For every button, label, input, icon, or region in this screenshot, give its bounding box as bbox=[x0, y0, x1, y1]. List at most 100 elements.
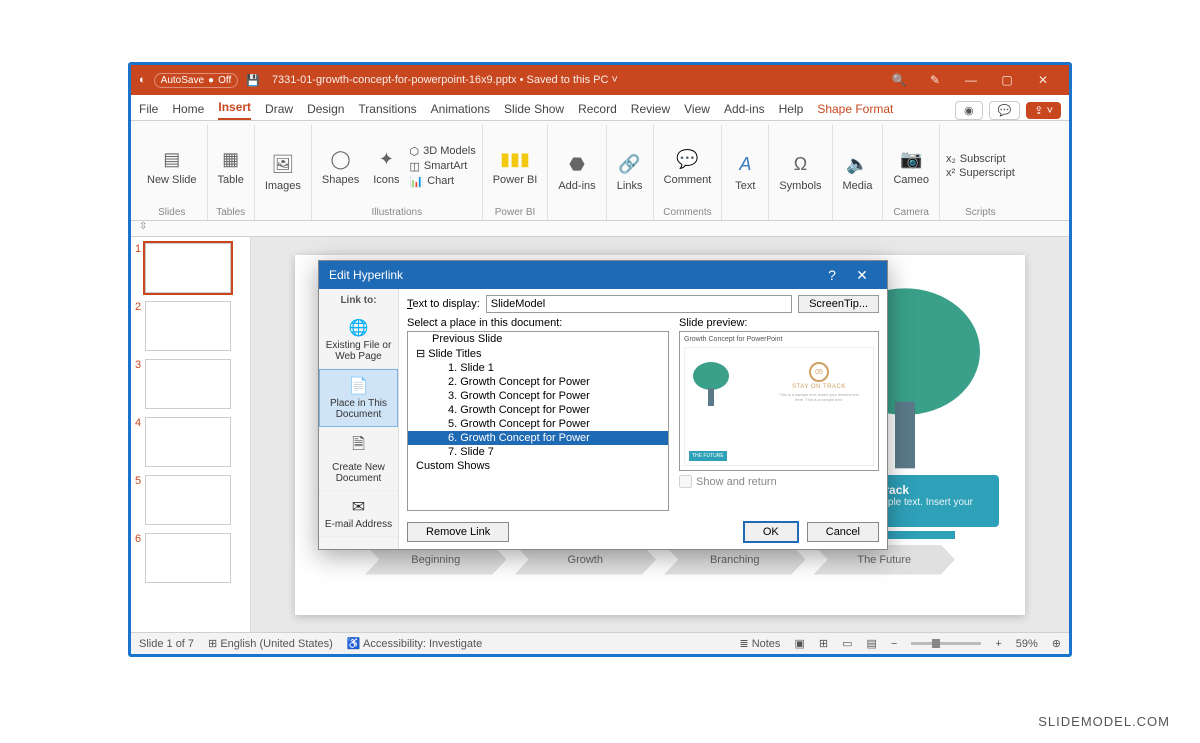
slide-thumbnail[interactable] bbox=[145, 533, 231, 583]
tab-design[interactable]: Design bbox=[307, 98, 344, 120]
slide-thumbnail-panel[interactable]: 1 2 3 4 5 6 bbox=[131, 237, 251, 632]
text-icon: A bbox=[732, 152, 758, 178]
zoom-slider[interactable] bbox=[911, 642, 981, 645]
maximize-icon[interactable]: ▢ bbox=[989, 73, 1025, 87]
status-accessibility[interactable]: ♿ Accessibility: Investigate bbox=[347, 637, 482, 650]
notes-toggle[interactable]: ≣ Notes bbox=[739, 637, 780, 650]
cancel-button[interactable]: Cancel bbox=[807, 522, 879, 542]
close-icon[interactable]: ✕ bbox=[1025, 73, 1061, 87]
dialog-close-icon[interactable]: ✕ bbox=[847, 267, 877, 284]
new-document-icon: 🗎 bbox=[352, 433, 365, 460]
new-slide-button[interactable]: ▤New Slide bbox=[143, 144, 201, 188]
comments-pane-icon[interactable]: 💬 bbox=[989, 101, 1021, 120]
tab-animations[interactable]: Animations bbox=[431, 98, 490, 120]
tab-draw[interactable]: Draw bbox=[265, 98, 293, 120]
dialog-title: Edit Hyperlink bbox=[329, 268, 403, 282]
status-slide[interactable]: Slide 1 of 7 bbox=[139, 638, 194, 650]
cameo-button[interactable]: 📷Cameo bbox=[889, 144, 932, 188]
media-button[interactable]: 🔈Media bbox=[839, 150, 877, 194]
tree-node[interactable]: 7. Slide 7 bbox=[408, 445, 668, 459]
tree-node[interactable]: 4. Growth Concept for Power bbox=[408, 403, 668, 417]
tab-home[interactable]: Home bbox=[172, 98, 204, 120]
text-button[interactable]: AText bbox=[728, 150, 762, 194]
zoom-percent[interactable]: 59% bbox=[1016, 638, 1038, 650]
view-normal-icon[interactable]: ▣ bbox=[794, 637, 804, 650]
slide-thumbnail[interactable] bbox=[145, 475, 231, 525]
addins-button[interactable]: ⬣Add-ins bbox=[554, 150, 599, 194]
dialog-titlebar[interactable]: Edit Hyperlink ? ✕ bbox=[319, 261, 887, 289]
tree-node[interactable]: 1. Slide 1 bbox=[408, 361, 668, 375]
linkto-existing-file[interactable]: 🌐Existing File or Web Page bbox=[319, 312, 398, 369]
tree-node[interactable]: 2. Growth Concept for Power bbox=[408, 375, 668, 389]
remove-link-button[interactable]: Remove Link bbox=[407, 522, 509, 542]
linkto-label: Link to: bbox=[319, 289, 398, 312]
ok-button[interactable]: OK bbox=[743, 521, 799, 543]
tab-view[interactable]: View bbox=[684, 98, 710, 120]
tab-help[interactable]: Help bbox=[779, 98, 804, 120]
zoom-in-icon[interactable]: + bbox=[995, 638, 1001, 650]
dialog-help-icon[interactable]: ? bbox=[817, 267, 847, 283]
tab-file[interactable]: File bbox=[139, 98, 158, 120]
tab-record[interactable]: Record bbox=[578, 98, 617, 120]
images-button[interactable]: 🖼Images bbox=[261, 150, 305, 194]
minimize-icon[interactable]: — bbox=[953, 73, 989, 87]
icons-button[interactable]: ✦Icons bbox=[369, 144, 403, 188]
view-slideshow-icon[interactable]: ▤ bbox=[866, 637, 876, 650]
tab-slideshow[interactable]: Slide Show bbox=[504, 98, 564, 120]
tree-node[interactable]: Custom Shows bbox=[408, 459, 668, 473]
tree-node[interactable]: 5. Growth Concept for Power bbox=[408, 417, 668, 431]
table-button[interactable]: ▦Table bbox=[214, 144, 248, 188]
chart-button[interactable]: 📊 Chart bbox=[410, 175, 455, 188]
slide-thumbnail[interactable] bbox=[145, 359, 231, 409]
document-title[interactable]: 7331-01-growth-concept-for-powerpoint-16… bbox=[272, 74, 618, 86]
title-bar: ◐ AutoSave ● Off 💾 7331-01-growth-concep… bbox=[131, 65, 1069, 95]
links-button[interactable]: 🔗Links bbox=[613, 150, 647, 194]
shapes-button[interactable]: ◯Shapes bbox=[318, 144, 363, 188]
comment-button[interactable]: 💬Comment bbox=[660, 144, 716, 188]
tab-transitions[interactable]: Transitions bbox=[358, 98, 416, 120]
smartart-button[interactable]: ◫ SmartArt bbox=[410, 160, 468, 173]
images-icon: 🖼 bbox=[270, 152, 296, 178]
save-icon[interactable]: 💾 bbox=[246, 74, 260, 87]
linkto-email[interactable]: ✉E-mail Address bbox=[319, 491, 398, 537]
ribbon-tabs: File Home Insert Draw Design Transitions… bbox=[131, 95, 1069, 121]
tree-node-selected[interactable]: 6. Growth Concept for Power bbox=[408, 431, 668, 445]
record-indicator-icon[interactable]: ◉ bbox=[955, 101, 983, 120]
text-to-display-input[interactable] bbox=[486, 295, 792, 313]
view-sorter-icon[interactable]: ⊞ bbox=[819, 637, 828, 650]
powerbi-button[interactable]: ▮▮▮Power BI bbox=[489, 144, 542, 188]
slide-thumbnail[interactable] bbox=[145, 417, 231, 467]
subscript-button[interactable]: x₂ Subscript bbox=[946, 153, 1006, 165]
linkto-create-new[interactable]: 🗎Create New Document bbox=[319, 427, 398, 491]
pen-icon[interactable]: ✎ bbox=[917, 73, 953, 87]
status-lang[interactable]: ⊞ English (United States) bbox=[208, 637, 333, 650]
3dmodels-button[interactable]: ⬡ 3D Models bbox=[410, 145, 476, 158]
show-and-return-checkbox[interactable]: Show and return bbox=[679, 471, 879, 488]
tree-node[interactable]: Previous Slide bbox=[408, 332, 668, 346]
superscript-button[interactable]: x² Superscript bbox=[946, 167, 1015, 179]
tab-insert[interactable]: Insert bbox=[218, 96, 251, 120]
tree-node[interactable]: ⊟ Slide Titles bbox=[408, 346, 668, 361]
place-tree[interactable]: Previous Slide ⊟ Slide Titles 1. Slide 1… bbox=[407, 331, 669, 511]
tab-review[interactable]: Review bbox=[631, 98, 670, 120]
share-button[interactable]: ⇪ ˅ bbox=[1026, 102, 1061, 119]
addins-icon: ⬣ bbox=[564, 152, 590, 178]
table-icon: ▦ bbox=[218, 146, 244, 172]
tree-node[interactable]: 3. Growth Concept for Power bbox=[408, 389, 668, 403]
symbols-icon: Ω bbox=[787, 152, 813, 178]
search-icon[interactable]: 🔍 bbox=[881, 73, 917, 87]
zoom-out-icon[interactable]: − bbox=[891, 638, 897, 650]
tab-addins[interactable]: Add-ins bbox=[724, 98, 765, 120]
linkto-place-in-doc[interactable]: 📄Place in This Document bbox=[319, 369, 398, 427]
slide-thumbnail[interactable] bbox=[145, 243, 231, 293]
ribbon-collapse-bar[interactable]: ⇳ bbox=[131, 221, 1069, 237]
tab-shape-format[interactable]: Shape Format bbox=[817, 98, 893, 120]
preview-label: Slide preview: bbox=[679, 317, 879, 329]
symbols-button[interactable]: ΩSymbols bbox=[775, 150, 825, 194]
screentip-button[interactable]: ScreenTip... bbox=[798, 295, 879, 313]
view-reading-icon[interactable]: ▭ bbox=[842, 637, 852, 650]
fit-to-window-icon[interactable]: ⊕ bbox=[1052, 637, 1061, 650]
thumb-number: 6 bbox=[135, 533, 141, 583]
autosave-toggle[interactable]: AutoSave ● Off bbox=[154, 73, 239, 88]
slide-thumbnail[interactable] bbox=[145, 301, 231, 351]
